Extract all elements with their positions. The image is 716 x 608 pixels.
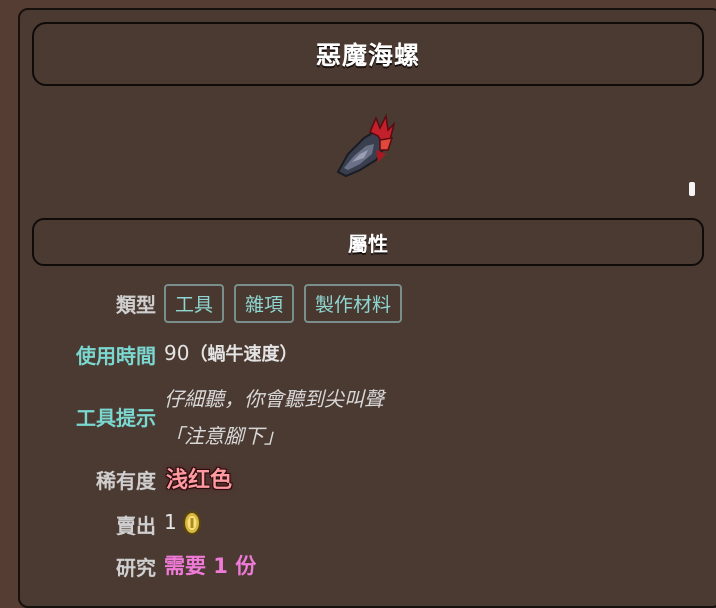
use-time-speed: （蝸牛速度）	[189, 344, 298, 365]
type-label: 類型	[116, 293, 156, 317]
type-tags: 工具 雜項 製作材料	[164, 284, 403, 323]
use-time-value: 90（蝸牛速度）	[164, 340, 297, 366]
tag-crafting-material[interactable]: 製作材料	[304, 284, 403, 323]
rarity-value: 浅红色	[166, 468, 233, 493]
scrollbar-thumb[interactable]	[689, 182, 695, 196]
tag-misc[interactable]: 雜項	[234, 284, 295, 323]
demon-conch-icon	[336, 113, 396, 178]
tooltip-line-1: 仔細聽，你會聽到尖叫聲	[164, 387, 384, 411]
use-time-label: 使用時間	[76, 344, 156, 368]
gold-coin-icon	[183, 511, 201, 535]
sell-value: 1	[164, 510, 177, 534]
section-header: 屬性	[32, 218, 704, 266]
tooltip-label: 工具提示	[76, 406, 156, 430]
use-time-number: 90	[164, 341, 190, 365]
section-title: 屬性	[348, 231, 388, 256]
item-title: 惡魔海螺	[315, 41, 420, 70]
rarity-label: 稀有度	[96, 469, 156, 493]
item-title-bar: 惡魔海螺	[32, 22, 704, 86]
research-value: 需要 1 份	[164, 554, 257, 578]
research-label: 研究	[116, 556, 156, 580]
tooltip-line-2: 「注意腳下」	[164, 424, 284, 448]
tag-tool[interactable]: 工具	[164, 284, 225, 323]
sell-label: 賣出	[116, 514, 156, 538]
